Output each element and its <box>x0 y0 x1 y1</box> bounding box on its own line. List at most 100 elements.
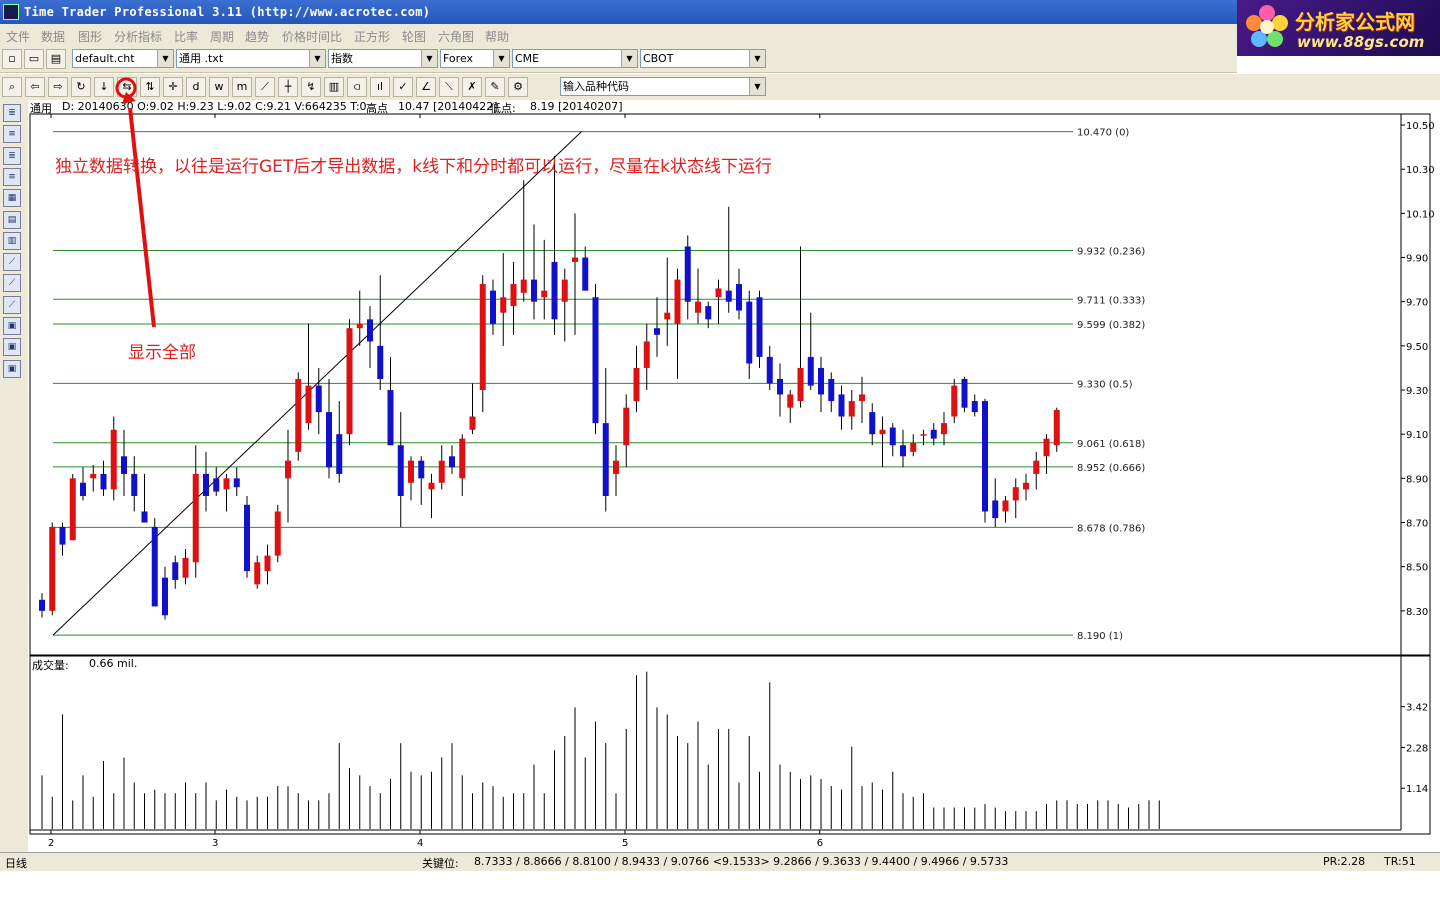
candle-body <box>500 297 507 313</box>
fib-label: 8.952 (0.666) <box>1077 463 1145 474</box>
candle-body <box>59 526 66 545</box>
price-tick-label: 9.90 <box>1406 254 1428 265</box>
candle-body <box>90 473 97 479</box>
time-tick-label: 2 <box>48 838 54 849</box>
fib-label: 8.678 (0.786) <box>1077 523 1145 534</box>
candle-body <box>930 429 937 439</box>
candle-body <box>613 460 619 474</box>
candle-body <box>387 390 394 446</box>
price-tick-label: 9.30 <box>1406 386 1428 397</box>
candle-body <box>151 526 158 607</box>
candle-body <box>264 555 271 572</box>
candle-body <box>121 456 127 474</box>
volume-value: 0.66 mil. <box>89 657 138 670</box>
chart-area[interactable]: 10.470 (0) 9.932 (0.236) 9.711 (0.333) 9.59… <box>0 0 1440 852</box>
candle-body <box>531 279 537 302</box>
price-tick-label: 10.30 <box>1406 165 1435 176</box>
candle-body <box>879 429 886 435</box>
candle-body <box>695 301 701 313</box>
price-panel-frame <box>29 113 1431 656</box>
candle-body <box>1033 460 1040 474</box>
candle-body <box>746 301 753 364</box>
candle-body <box>346 328 353 435</box>
candle-body <box>162 577 168 616</box>
candle-body <box>592 297 599 424</box>
fib-label: 9.711 (0.333) <box>1077 295 1145 306</box>
candle-body <box>900 445 906 457</box>
candle-body <box>428 482 435 490</box>
price-tick-label: 9.50 <box>1406 342 1428 353</box>
price-tick-label: 8.50 <box>1406 563 1428 574</box>
fib-label: 9.330 (0.5) <box>1077 379 1133 390</box>
price-tick-label: 10.10 <box>1406 209 1435 220</box>
candle-body <box>192 473 199 563</box>
candle-body <box>848 401 855 417</box>
candle-body <box>397 445 404 497</box>
status-key-label: 关键位: <box>422 857 459 870</box>
status-period: 日线 <box>5 857 27 870</box>
candle-body <box>274 511 281 556</box>
candle-body <box>449 456 455 468</box>
candle-body <box>367 319 373 342</box>
time-tick-label: 6 <box>817 838 823 849</box>
candle-body <box>520 279 527 293</box>
candle-body <box>49 526 56 611</box>
candle-body <box>285 460 291 479</box>
candle-body <box>479 284 486 391</box>
candle-body <box>141 511 148 523</box>
price-tick-label: 10.50 <box>1406 121 1435 132</box>
price-tick-label: 8.90 <box>1406 474 1428 485</box>
candle-body <box>756 297 763 357</box>
candle-body <box>100 473 107 490</box>
candle-body <box>244 504 250 572</box>
candle-body <box>684 246 691 302</box>
status-tr: TR:51 <box>1384 855 1416 868</box>
status-pr: PR:2.28 <box>1323 855 1366 868</box>
fib-label: 9.932 (0.236) <box>1077 246 1145 257</box>
candle-body <box>869 412 876 435</box>
candle-body <box>602 423 609 497</box>
volume-panel-frame <box>29 655 1431 835</box>
candle-body <box>623 407 630 446</box>
candle-body <box>705 306 712 320</box>
candle-body <box>1012 487 1019 501</box>
candle-body <box>992 500 999 519</box>
candle-body <box>633 367 640 402</box>
candle-body <box>110 429 117 490</box>
candle-body <box>223 478 230 490</box>
candle-body <box>736 284 742 311</box>
candle-body <box>80 482 86 497</box>
price-tick-label: 8.70 <box>1406 519 1428 530</box>
candle-body <box>172 562 179 580</box>
candle-body <box>1053 409 1060 446</box>
candle-body <box>766 356 773 384</box>
annotation-show-all: 显示全部 <box>128 343 196 363</box>
price-tick-label: 9.10 <box>1406 430 1428 441</box>
time-tick-label: 3 <box>212 838 218 849</box>
volume-tick-label: 2.28 <box>1406 743 1428 754</box>
candle-body <box>336 434 343 474</box>
candle-body <box>828 378 835 402</box>
candle-body <box>982 401 988 512</box>
candle-body <box>254 562 261 585</box>
candle-body <box>182 557 189 578</box>
candle-body <box>39 599 45 611</box>
candle-body <box>961 378 968 408</box>
status-key-values: 8.7333 / 8.8666 / 8.8100 / 8.9433 / 9.07… <box>474 855 1009 868</box>
candle-body <box>572 257 578 262</box>
candle-body <box>326 412 332 468</box>
price-tick-label: 9.70 <box>1406 298 1428 309</box>
candle-body <box>715 288 722 298</box>
candle-body <box>941 423 947 435</box>
candle-body <box>131 473 138 497</box>
candle-body <box>203 473 209 497</box>
fib-label: 8.190 (1) <box>1077 631 1123 642</box>
candle-body <box>1043 438 1050 457</box>
candle-body <box>561 279 568 302</box>
candle-body <box>920 434 927 436</box>
candle-body <box>469 416 476 430</box>
candle-body <box>971 401 978 413</box>
candle-body <box>787 394 794 408</box>
candle-body <box>582 257 589 291</box>
candle-body <box>654 328 660 335</box>
